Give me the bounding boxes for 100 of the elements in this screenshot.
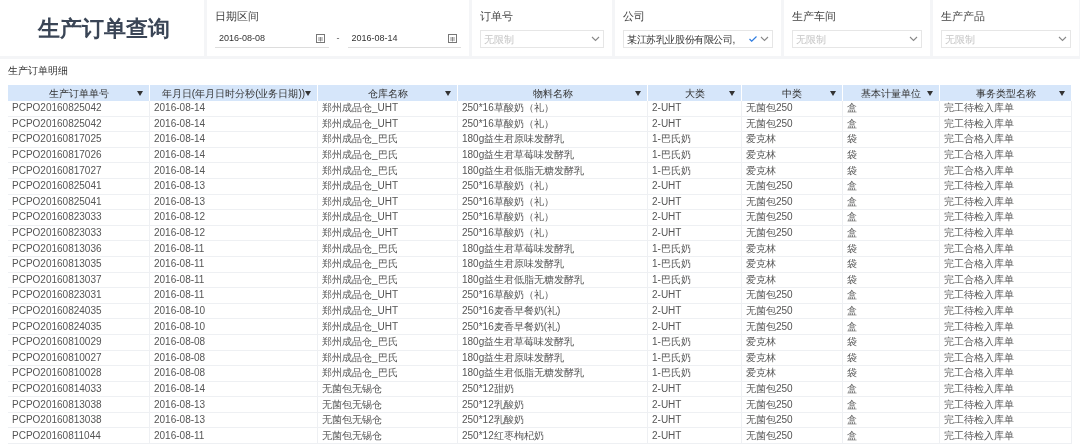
table-cell: 爱克林: [742, 272, 843, 288]
table-cell: 盒: [843, 210, 940, 225]
column-header[interactable]: 大类: [648, 85, 742, 101]
sort-arrow-icon[interactable]: [1059, 90, 1065, 96]
select-field[interactable]: 某江苏乳业股份有限公司,: [623, 30, 773, 48]
table-cell: 2-UHT: [648, 116, 742, 132]
table-cell: 完工合格入库单: [940, 366, 1072, 381]
sort-arrow-icon[interactable]: [445, 90, 451, 96]
table-cell: PCPO20160810029: [8, 334, 150, 350]
table-cell: 爱克林: [742, 350, 843, 366]
table-cell: 2016-08-08: [150, 334, 318, 350]
calendar-icon[interactable]: [448, 34, 457, 43]
table-cell: 2-UHT: [648, 194, 742, 210]
table-cell: 250*12甜奶: [458, 381, 648, 397]
table-cell: 2-UHT: [648, 288, 742, 303]
check-icon: [749, 36, 757, 42]
table-cell: 2016-08-13: [150, 412, 318, 428]
table-cell: 完工待检入库单: [940, 319, 1072, 334]
table-cell: 1-巴氏奶: [648, 147, 742, 163]
table-cell: 郑州成品仓_UHT: [318, 178, 458, 194]
column-header[interactable]: 物料名称: [458, 85, 648, 101]
table-cell: 袋: [843, 256, 940, 272]
table-cell: 郑州成品仓_巴氏: [318, 132, 458, 147]
table-cell: 爱克林: [742, 163, 843, 178]
table-cell: 180g益生君草莓味发酵乳: [458, 241, 648, 256]
table-cell: 完工合格入库单: [940, 350, 1072, 366]
table-cell: PCPO20160817027: [8, 163, 150, 178]
table-cell: 盒: [843, 397, 940, 412]
table-cell: 郑州成品仓_UHT: [318, 101, 458, 116]
table-cell: 2016-08-08: [150, 350, 318, 366]
table-cell: 盒: [843, 116, 940, 132]
table-cell: 郑州成品仓_巴氏: [318, 366, 458, 381]
table-cell: 2016-08-10: [150, 303, 318, 319]
table-cell: 完工待检入库单: [940, 428, 1072, 444]
table-cell: 2016-08-14: [150, 132, 318, 147]
table-cell: 郑州成品仓_UHT: [318, 319, 458, 334]
table-cell: 2-UHT: [648, 397, 742, 412]
table-cell: 盒: [843, 412, 940, 428]
table-cell: PCPO20160825041: [8, 178, 150, 194]
table-cell: 盒: [843, 225, 940, 241]
column-header[interactable]: 仓库名称: [318, 85, 458, 101]
table-cell: 2016-08-11: [150, 256, 318, 272]
table-cell: 盒: [843, 303, 940, 319]
table-cell: 无菌包250: [742, 303, 843, 319]
table-cell: 无菌包250: [742, 225, 843, 241]
table-cell: 无菌包250: [742, 319, 843, 334]
table-cell: 袋: [843, 163, 940, 178]
table-cell: 2-UHT: [648, 428, 742, 444]
table-cell: 无菌包250: [742, 178, 843, 194]
sort-arrow-icon[interactable]: [305, 90, 311, 96]
table-cell: 2016-08-14: [150, 381, 318, 397]
column-header[interactable]: 生产订单单号: [8, 85, 150, 101]
table-cell: 2016-08-14: [150, 147, 318, 163]
column-header[interactable]: 中类: [742, 85, 843, 101]
date-field[interactable]: 2016-08-08: [215, 30, 329, 48]
column-header[interactable]: 年月日(年月日时分秒(业务日期)): [150, 85, 318, 101]
table-cell: 无菌包250: [742, 116, 843, 132]
table-cell: 2-UHT: [648, 210, 742, 225]
chevron-down-icon: [909, 36, 918, 42]
sort-arrow-icon[interactable]: [729, 90, 735, 96]
table-cell: 盒: [843, 288, 940, 303]
table-cell: PCPO20160825042: [8, 101, 150, 116]
table-cell: 完工合格入库单: [940, 334, 1072, 350]
table-cell: 完工合格入库单: [940, 272, 1072, 288]
date-field[interactable]: 2016-08-14: [347, 30, 461, 48]
table-cell: 无菌包250: [742, 288, 843, 303]
table-cell: 2016-08-11: [150, 241, 318, 256]
table-cell: 250*12乳酸奶: [458, 412, 648, 428]
table-cell: 2016-08-13: [150, 178, 318, 194]
column-header[interactable]: 基本计量单位: [843, 85, 940, 101]
table-cell: 完工合格入库单: [940, 132, 1072, 147]
table-cell: 完工待检入库单: [940, 397, 1072, 412]
sort-arrow-icon[interactable]: [830, 90, 836, 96]
table-cell: PCPO20160814033: [8, 381, 150, 397]
chevron-down-icon: [591, 36, 600, 42]
calendar-icon[interactable]: [315, 34, 325, 43]
table-cell: 爱克林: [742, 366, 843, 381]
table-cell: 2016-08-14: [150, 116, 318, 132]
table-cell: 爱克林: [742, 256, 843, 272]
table-cell: 爱克林: [742, 334, 843, 350]
column-header[interactable]: 事务类型名称: [940, 85, 1072, 101]
table-cell: 180g益生君原味发酵乳: [458, 132, 648, 147]
sort-arrow-icon[interactable]: [927, 90, 933, 96]
table-cell: 1-巴氏奶: [648, 256, 742, 272]
filter-label: 订单号: [480, 9, 514, 24]
table-cell: 完工合格入库单: [940, 256, 1072, 272]
table-cell: PCPO20160813037: [8, 272, 150, 288]
sort-arrow-icon[interactable]: [137, 90, 143, 96]
table-cell: 完工合格入库单: [940, 241, 1072, 256]
sort-arrow-icon[interactable]: [635, 90, 641, 96]
filter-label: 公司: [623, 9, 646, 24]
table-cell: 郑州成品仓_UHT: [318, 210, 458, 225]
table-cell: 1-巴氏奶: [648, 132, 742, 147]
table-cell: 郑州成品仓_巴氏: [318, 272, 458, 288]
table-cell: 1-巴氏奶: [648, 334, 742, 350]
table-cell: 250*16草酸奶（礼）: [458, 178, 648, 194]
table-cell: 完工待检入库单: [940, 194, 1072, 210]
table-cell: 2016-08-13: [150, 397, 318, 412]
table-cell: 袋: [843, 241, 940, 256]
table-cell: 2016-08-12: [150, 210, 318, 225]
